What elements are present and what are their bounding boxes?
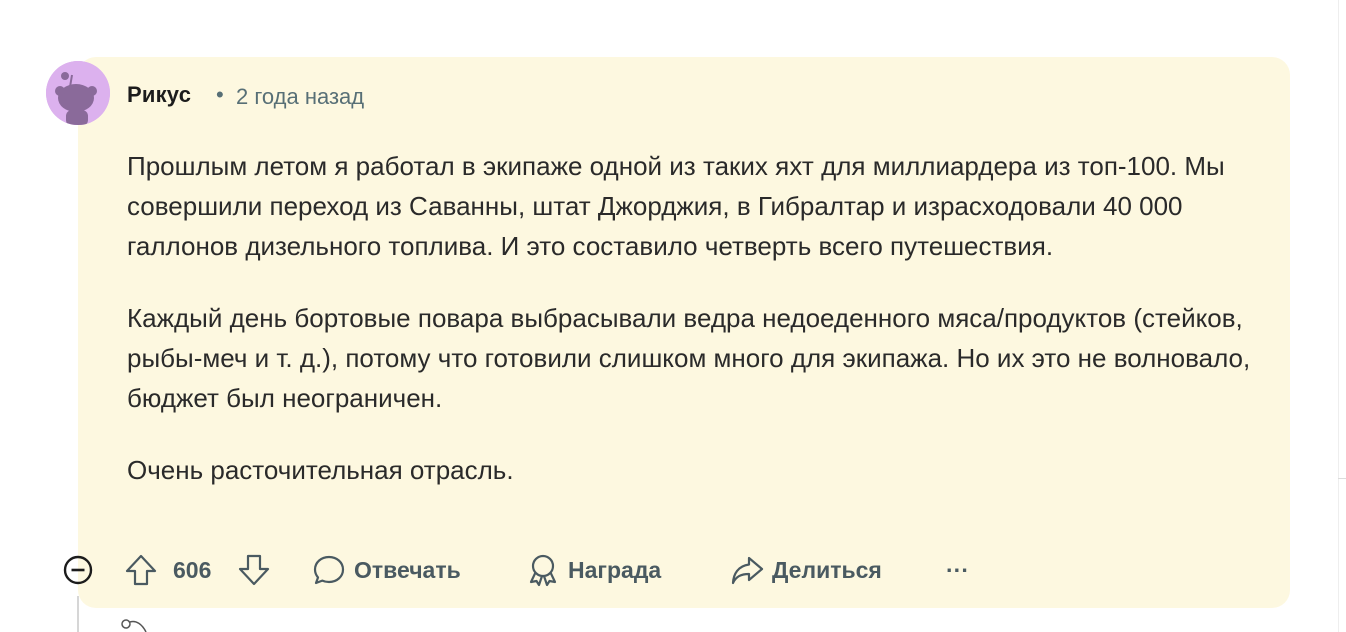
share-button[interactable]: Делиться — [730, 548, 882, 592]
comment-timestamp[interactable]: 2 года назад — [236, 84, 364, 110]
share-label: Делиться — [772, 556, 882, 583]
more-options-button[interactable]: ··· — [946, 548, 969, 592]
reply-button[interactable]: Отвечать — [312, 548, 461, 592]
arrow-down-icon — [238, 554, 270, 586]
rail-divider — [1338, 478, 1346, 479]
meta-separator: • — [216, 82, 224, 107]
speech-bubble-icon — [313, 555, 345, 585]
upvote-button[interactable] — [124, 548, 158, 592]
author-name[interactable]: Рикус — [127, 82, 191, 108]
ellipsis-icon: ··· — [946, 556, 969, 583]
comment-paragraph: Каждый день бортовые повара выбрасывали … — [127, 303, 1251, 413]
vote-score: 606 — [173, 556, 212, 583]
award-ribbon-icon — [529, 554, 557, 587]
collapse-button[interactable] — [62, 548, 94, 592]
minus-circle-icon — [63, 555, 93, 585]
page-scroll-rail — [1338, 0, 1339, 632]
thread-line[interactable] — [77, 596, 79, 632]
comment-paragraph: Прошлым летом я работал в экипаже одной … — [127, 151, 1225, 261]
downvote-button[interactable] — [237, 548, 271, 592]
next-comment-avatar-partial — [118, 616, 148, 632]
share-arrow-icon — [731, 556, 764, 585]
snoo-avatar-icon — [121, 619, 147, 632]
snoo-avatar-icon — [46, 61, 110, 125]
comment-paragraph: Очень расточительная отрасль. — [127, 455, 514, 485]
arrow-up-icon — [125, 554, 157, 586]
reply-label: Отвечать — [354, 556, 461, 583]
comment-body: Прошлым летом я работал в экипаже одной … — [127, 146, 1277, 522]
award-label: Награда — [568, 556, 662, 583]
award-button[interactable]: Награда — [526, 548, 661, 592]
avatar[interactable] — [46, 61, 110, 125]
